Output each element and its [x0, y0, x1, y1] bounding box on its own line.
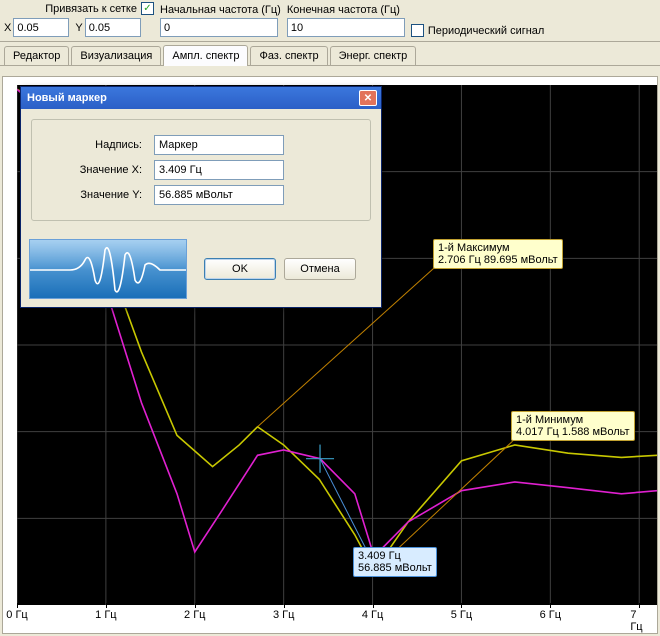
close-icon[interactable]: ✕: [359, 90, 377, 106]
field-x-input[interactable]: [154, 160, 284, 180]
x-tick-label: 6 Гц: [540, 609, 561, 621]
annotation-min[interactable]: 1-й Минимум 4.017 Гц 1.588 мВольт: [511, 411, 635, 441]
x-tick-label: 0 Гц: [6, 609, 27, 621]
tab-phase-spectrum[interactable]: Фаз. спектр: [250, 46, 327, 65]
tab-amplitude-spectrum[interactable]: Ампл. спектр: [163, 45, 248, 66]
start-freq-label: Начальная частота (Гц): [160, 4, 281, 16]
tab-visualization[interactable]: Визуализация: [71, 46, 161, 65]
x-input[interactable]: [13, 18, 69, 37]
x-label: X: [4, 22, 11, 34]
snap-label: Привязать к сетке: [45, 3, 137, 15]
x-tick-label: 7 Гц: [630, 609, 648, 633]
toolbar: Привязать к сетке ✓ X Y Начальная частот…: [0, 0, 660, 42]
annotation-min-title: 1-й Минимум: [516, 414, 630, 426]
periodic-checkbox[interactable]: ✓: [411, 24, 424, 37]
x-tick-label: 1 Гц: [95, 609, 116, 621]
x-tick-label: 2 Гц: [184, 609, 205, 621]
tab-energy-spectrum[interactable]: Энерг. спектр: [330, 46, 417, 65]
x-tick-label: 5 Гц: [451, 609, 472, 621]
field-y-input[interactable]: [154, 185, 284, 205]
new-marker-dialog: Новый маркер ✕ Надпись: Значение X: Знач…: [20, 86, 382, 308]
x-tick-label: 4 Гц: [362, 609, 383, 621]
field-x-label: Значение X:: [44, 164, 154, 176]
tab-editor[interactable]: Редактор: [4, 46, 69, 65]
annotation-max[interactable]: 1-й Максимум 2.706 Гц 89.695 мВольт: [433, 239, 563, 269]
wave-decoration: [29, 239, 187, 299]
end-freq-label: Конечная частота (Гц): [287, 4, 405, 16]
field-y-label: Значение Y:: [44, 189, 154, 201]
annotation-min-value: 4.017 Гц 1.588 мВольт: [516, 426, 630, 438]
snap-checkbox[interactable]: ✓: [141, 2, 154, 15]
annotation-marker-x: 3.409 Гц: [358, 550, 432, 562]
ok-button[interactable]: OK: [204, 258, 276, 280]
y-label: Y: [75, 22, 82, 34]
field-caption-input[interactable]: [154, 135, 284, 155]
annotation-marker-y: 56.885 мВольт: [358, 562, 432, 574]
x-axis-labels: 0 Гц1 Гц2 Гц3 Гц4 Гц5 Гц6 Гц7 Гц: [17, 609, 657, 625]
y-input[interactable]: [85, 18, 141, 37]
annotation-max-value: 2.706 Гц 89.695 мВольт: [438, 254, 558, 266]
start-freq-input[interactable]: [160, 18, 278, 37]
periodic-label: Периодический сигнал: [428, 25, 545, 37]
field-caption-label: Надпись:: [44, 139, 154, 151]
x-tick-label: 3 Гц: [273, 609, 294, 621]
cancel-button[interactable]: Отмена: [284, 258, 356, 280]
dialog-titlebar[interactable]: Новый маркер ✕: [21, 87, 381, 109]
annotation-marker[interactable]: 3.409 Гц 56.885 мВольт: [353, 547, 437, 577]
annotation-max-title: 1-й Максимум: [438, 242, 558, 254]
dialog-title: Новый маркер: [25, 92, 359, 104]
tab-bar: Редактор Визуализация Ампл. спектр Фаз. …: [0, 42, 660, 66]
end-freq-input[interactable]: [287, 18, 405, 37]
